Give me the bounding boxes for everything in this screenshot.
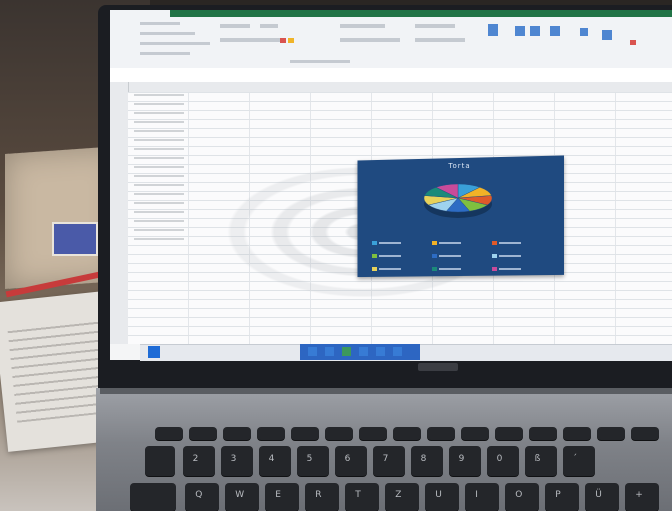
key-label: W xyxy=(235,490,245,500)
keyboard-key: 0 xyxy=(487,446,519,476)
key-label: 4 xyxy=(268,453,275,464)
key-label: 3 xyxy=(230,453,237,464)
key-label: Z xyxy=(395,490,402,500)
keyboard-key xyxy=(631,427,659,440)
keyboard-key: W xyxy=(225,483,259,511)
keyboard-key xyxy=(427,427,455,440)
keyboard-key: + xyxy=(625,483,659,511)
key-label: 6 xyxy=(344,453,351,464)
key-label: Q xyxy=(195,490,203,500)
keyboard-key: Ü xyxy=(585,483,619,511)
keyboard-key: Q xyxy=(185,483,219,511)
key-label: I xyxy=(475,490,478,500)
key-label: 7 xyxy=(382,453,389,464)
keyboard-key: I xyxy=(465,483,499,511)
keyboard-key: E xyxy=(265,483,299,511)
keyboard-key xyxy=(189,427,217,440)
keyboard-key xyxy=(291,427,319,440)
key-label: 8 xyxy=(420,453,427,464)
keyboard-key xyxy=(495,427,523,440)
keyboard-key: Z xyxy=(385,483,419,511)
keyboard-key: T xyxy=(345,483,379,511)
keyboard-key: ´ xyxy=(563,446,595,476)
keyboard-key: 3 xyxy=(221,446,253,476)
keyboard-key xyxy=(257,427,285,440)
keyboard-key xyxy=(359,427,387,440)
key-label: 5 xyxy=(306,453,313,464)
key-label: U xyxy=(435,490,442,500)
keyboard-key: U xyxy=(425,483,459,511)
keyboard-key xyxy=(130,483,176,511)
key-label: Ü xyxy=(595,490,602,500)
keyboard-key: 8 xyxy=(411,446,443,476)
keyboard-key: 4 xyxy=(259,446,291,476)
keyboard-key: 6 xyxy=(335,446,367,476)
key-label: ß xyxy=(534,453,541,464)
key-label: 0 xyxy=(496,453,503,464)
keyboard-key: O xyxy=(505,483,539,511)
keyboard-key: 7 xyxy=(373,446,405,476)
keyboard-key xyxy=(563,427,591,440)
key-label: E xyxy=(275,490,281,500)
key-label: O xyxy=(515,490,523,500)
keyboard-key xyxy=(461,427,489,440)
keyboard-key xyxy=(597,427,625,440)
keyboard-key: 9 xyxy=(449,446,481,476)
keyboard-key xyxy=(155,427,183,440)
keyboard-key xyxy=(325,427,353,440)
key-label: P xyxy=(555,490,561,500)
keyboard-key xyxy=(145,446,175,476)
keyboard-key xyxy=(223,427,251,440)
keyboard-key: R xyxy=(305,483,339,511)
keyboard-key: P xyxy=(545,483,579,511)
keyboard-key xyxy=(393,427,421,440)
keyboard: 2 3 4 5 6 7 8 9 0 ß ´ Q W E R T Z U I O P Ü + xyxy=(0,0,672,511)
photo-scene: Torta 2 3 4 5 6 7 8 9 0 ß ´ Q W E R T Z U I O P Ü + xyxy=(0,0,672,511)
keyboard-key: 2 xyxy=(183,446,215,476)
keyboard-key: 5 xyxy=(297,446,329,476)
keyboard-key: ß xyxy=(525,446,557,476)
key-label: R xyxy=(315,490,322,500)
key-label: 2 xyxy=(192,453,199,464)
key-label: 9 xyxy=(458,453,465,464)
keyboard-key xyxy=(529,427,557,440)
key-label: T xyxy=(355,490,361,500)
key-label: + xyxy=(635,490,643,500)
key-label: ´ xyxy=(572,453,578,464)
